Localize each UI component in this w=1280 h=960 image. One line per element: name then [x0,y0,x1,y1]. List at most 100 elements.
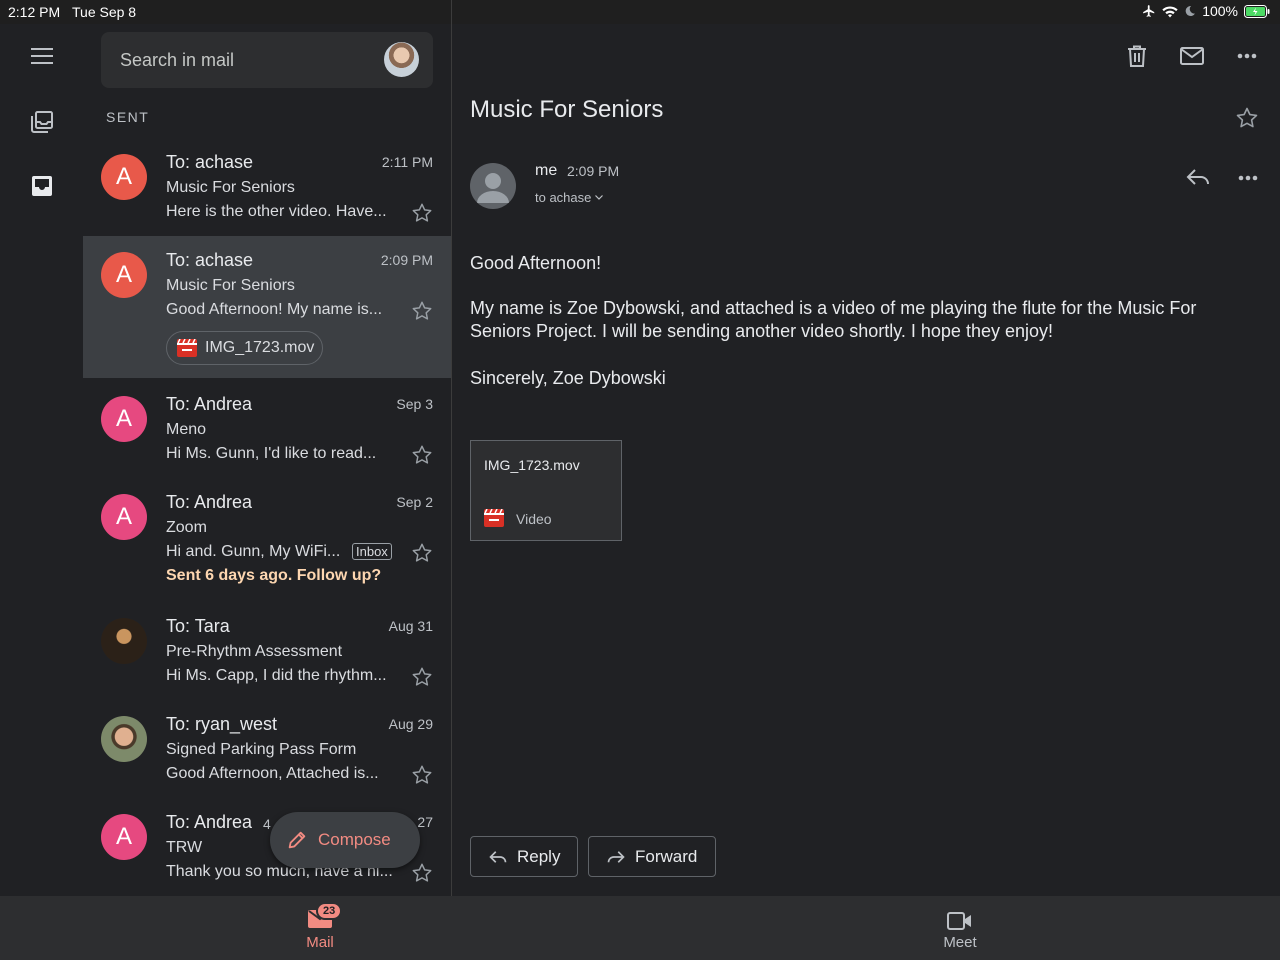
message-date: Sep 2 [396,494,433,510]
forward-icon [607,850,625,864]
avatar: A [101,396,147,442]
list-item[interactable]: To: ryan_west Aug 29 Signed Parking Pass… [83,700,451,798]
message-list-pane: Search in mail SENT A To: achase 2:11 PM… [83,24,451,896]
status-bar: 2:12 PM Tue Sep 8 100% [0,0,1280,24]
mail-icon [1180,47,1204,65]
avatar [101,618,147,664]
list-item[interactable]: To: Tara Aug 31 Pre-Rhythm Assessment Hi… [83,602,451,700]
all-inboxes-button[interactable] [22,102,62,142]
recipient: To: Andrea [166,492,253,512]
star-icon[interactable] [411,666,433,688]
trash-icon [1127,45,1147,67]
message-date: Aug 29 [388,716,433,732]
recipient: To: Andrea [166,394,253,414]
star-icon[interactable] [411,542,433,564]
more-options-button[interactable] [1231,40,1263,72]
star-icon[interactable] [411,764,433,786]
attachment-type: Video [516,511,552,527]
message-subject: Pre-Rhythm Assessment [166,643,343,660]
avatar: A [101,494,147,540]
list-item[interactable]: A To: Andrea Sep 3 Meno Hi Ms. Gunn, I'd… [83,380,451,478]
message-subject: Music For Seniors [166,179,295,196]
sent-time: 2:09 PM [567,163,620,179]
recipient: To: achase [166,152,254,172]
list-item-selected[interactable]: A To: achase 2:09 PM Music For Seniors G… [83,236,451,378]
nav-mail[interactable]: 23 Mail [300,900,343,951]
label-badge: Inbox [352,543,392,560]
message-snippet: Hi Ms. Capp, I did the rhythm... [166,667,387,684]
message-subject: Zoom [166,519,207,536]
more-horizontal-icon[interactable] [1238,175,1258,181]
nav-meet[interactable]: Meet [936,900,984,951]
sender-avatar [470,163,516,209]
reply-icon[interactable] [1186,168,1210,186]
status-time: 2:12 PM [8,4,61,20]
message-subject: Meno [166,421,207,438]
recipient: To: Tara [166,616,230,636]
message-snippet: Hi Ms. Gunn, I'd like to read... [166,445,377,462]
recipient: To: achase [166,250,254,270]
message-subject: TRW [166,839,203,856]
video-file-icon [177,339,197,357]
mark-unread-button[interactable] [1176,40,1208,72]
account-avatar[interactable] [384,42,419,77]
compose-button[interactable]: Compose [270,812,420,868]
star-icon[interactable] [411,300,433,322]
more-horizontal-icon [1237,53,1257,59]
avatar: A [101,814,147,860]
mail-nav-label: Mail [306,934,334,951]
follow-up-nudge: Sent 6 days ago. Follow up? [166,567,382,584]
search-input[interactable]: Search in mail [120,50,234,71]
attachment-filename: IMG_1723.mov [484,457,580,473]
avatar: A [101,154,147,200]
navigation-rail [0,24,83,896]
wifi-icon [1162,5,1178,18]
delete-button[interactable] [1121,40,1153,72]
multiple-inboxes-icon [30,110,54,134]
inbox-button[interactable] [22,166,62,206]
hamburger-icon [31,48,53,64]
message-date: Sep 3 [396,396,433,412]
attachment-filename: IMG_1723.mov [205,339,315,356]
star-icon[interactable] [411,862,433,884]
star-icon[interactable] [411,444,433,466]
folder-label: SENT [106,109,150,125]
moon-icon [1184,5,1196,17]
bottom-navigation: 23 Mail Meet [0,896,1280,960]
message-snippet: Good Afternoon, Attached is... [166,765,379,782]
avatar: A [101,252,147,298]
menu-button[interactable] [22,36,62,76]
reading-pane: Music For Seniors me 2:09 PM to achase G… [452,24,1280,896]
attachment-chip[interactable]: IMG_1723.mov [166,331,323,365]
compose-label: Compose [318,830,391,849]
recipient: To: ryan_west [166,714,278,734]
video-file-icon [484,509,504,527]
forward-button[interactable]: Forward [588,836,716,877]
thread-count: 4 [263,816,271,832]
message-subject: Signed Parking Pass Form [166,741,357,758]
forward-label: Forward [635,846,698,866]
search-bar[interactable]: Search in mail [101,32,433,88]
video-camera-icon [947,900,973,934]
recipient: To: Andrea [166,812,253,832]
recipient-details[interactable]: to achase [535,190,604,205]
attachment-card[interactable]: IMG_1723.mov Video [470,440,622,541]
message-subject-heading: Music For Seniors [470,96,664,123]
message-greeting: Good Afternoon! [470,253,602,273]
message-body: My name is Zoe Dybowski, and attached is… [470,298,1197,341]
star-icon[interactable] [1235,106,1259,130]
reply-button[interactable]: Reply [470,836,578,877]
list-item[interactable]: A To: achase 2:11 PM Music For Seniors H… [83,138,451,236]
recipient-label: to achase [535,190,592,205]
chevron-down-icon [595,195,604,200]
message-signoff: Sincerely, Zoe Dybowski [470,368,666,388]
avatar [101,716,147,762]
mail-nav-icon-wrap: 23 [300,900,343,934]
sender-name: me [535,162,558,179]
message-date: 2:11 PM [381,154,433,170]
battery-icon [1244,4,1270,18]
list-item[interactable]: A To: Andrea Sep 2 Zoom Hi and. Gunn, My… [83,478,451,602]
star-icon[interactable] [411,202,433,224]
status-indicators: 100% [1142,3,1270,19]
message-date: 2:09 PM [380,252,433,268]
